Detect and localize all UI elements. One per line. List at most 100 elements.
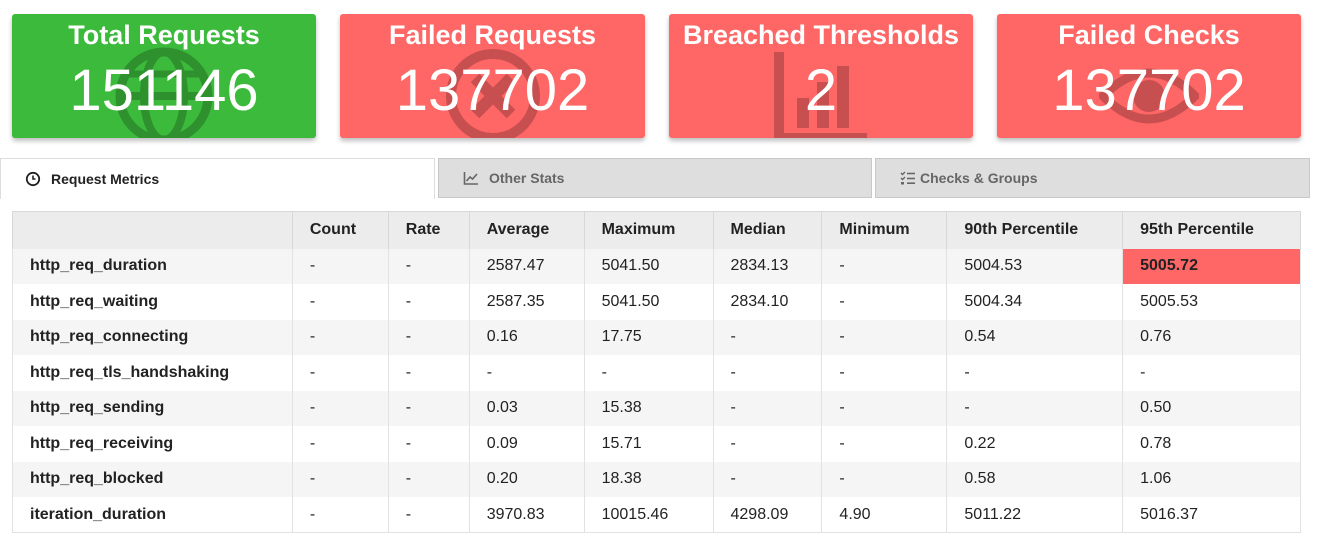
metric-name-cell: http_req_receiving xyxy=(12,426,293,462)
breached-threshold-cell: 5005.72 xyxy=(1122,248,1301,284)
metric-name-cell: http_req_duration xyxy=(12,248,293,284)
table-cell: - xyxy=(713,390,823,426)
table-cell: - xyxy=(388,355,470,391)
tab-request-metrics[interactable]: Request Metrics xyxy=(0,158,435,199)
column-header[interactable]: Count xyxy=(292,211,389,249)
table-row: http_req_receiving - -0.09 15.71- -0.22 0.78 xyxy=(12,426,1301,462)
table-cell: 2587.47 xyxy=(469,248,585,284)
table-cell: 0.16 xyxy=(469,319,585,355)
table-cell: - xyxy=(821,248,948,284)
column-header[interactable]: Minimum xyxy=(821,211,948,249)
table-cell: 0.76 xyxy=(1122,319,1301,355)
column-header[interactable]: 90th Percentile xyxy=(946,211,1124,249)
table-cell: - xyxy=(292,426,389,462)
table-row: http_req_sending - -0.03 15.38- - -0.50 xyxy=(12,390,1301,426)
tab-label: Other Stats xyxy=(489,170,565,186)
card-title: Failed Requests xyxy=(388,20,597,50)
table-row: http_req_duration - -2587.47 5041.50 2834.13… xyxy=(12,248,1301,284)
table-cell: 0.22 xyxy=(946,426,1124,462)
tab-label: Checks & Groups xyxy=(920,170,1038,186)
table-cell: 4298.09 xyxy=(713,497,823,533)
table-cell: 0.09 xyxy=(469,426,585,462)
table-cell: 2587.35 xyxy=(469,284,585,320)
chart-line-icon xyxy=(463,172,478,185)
table-cell: - xyxy=(388,497,470,533)
metric-name-cell: iteration_duration xyxy=(12,497,293,533)
tab-other-stats[interactable]: Other Stats xyxy=(438,158,872,198)
card-value: 137702 xyxy=(1052,58,1246,123)
column-header[interactable] xyxy=(12,211,293,249)
table-cell: - xyxy=(292,248,389,284)
metric-name-cell: http_req_waiting xyxy=(12,284,293,320)
column-header[interactable]: Median xyxy=(713,211,823,249)
table-cell: - xyxy=(821,461,948,497)
table-cell: 2834.13 xyxy=(713,248,823,284)
column-header[interactable]: 95th Percentile xyxy=(1122,211,1301,249)
card-value: 151146 xyxy=(69,58,259,123)
table-cell: - xyxy=(388,319,470,355)
table-cell: - xyxy=(713,319,823,355)
table-cell: 18.38 xyxy=(584,461,714,497)
table-cell: - xyxy=(292,390,389,426)
table-cell: 2834.10 xyxy=(713,284,823,320)
failed-checks-card: Failed Checks 137702 xyxy=(997,14,1301,138)
metric-name-cell: http_req_connecting xyxy=(12,319,293,355)
table-cell: - xyxy=(713,426,823,462)
table-body: http_req_duration - -2587.47 5041.50 2834.13… xyxy=(12,248,1301,533)
table-cell: - xyxy=(292,355,389,391)
tasks-icon xyxy=(900,171,915,185)
table-cell: - xyxy=(388,284,470,320)
table-cell: - xyxy=(292,284,389,320)
request-metrics-table: Count Rate Average Maximum Median Minimum 90th… xyxy=(12,211,1301,533)
metric-name-cell: http_req_sending xyxy=(12,390,293,426)
table-cell: 5016.37 xyxy=(1122,497,1301,533)
table-cell: 5011.22 xyxy=(946,497,1124,533)
table-cell: 15.38 xyxy=(584,390,714,426)
column-header[interactable]: Maximum xyxy=(584,211,714,249)
table-cell: - xyxy=(821,284,948,320)
breached-thresholds-card: Breached Thresholds 2 xyxy=(669,14,973,138)
table-cell: 3970.83 xyxy=(469,497,585,533)
table-cell: - xyxy=(388,426,470,462)
table-cell: - xyxy=(292,497,389,533)
column-header[interactable]: Rate xyxy=(388,211,470,249)
table-cell: 10015.46 xyxy=(584,497,714,533)
table-cell: 5041.50 xyxy=(584,284,714,320)
table-cell: 5004.53 xyxy=(946,248,1124,284)
table-cell: - xyxy=(469,355,585,391)
table-row: http_req_tls_handshaking - - - - - - - - xyxy=(12,355,1301,391)
card-title: Failed Checks xyxy=(1058,20,1240,50)
table-header-row: Count Rate Average Maximum Median Minimum 90th… xyxy=(12,211,1301,249)
table-cell: 5005.53 xyxy=(1122,284,1301,320)
table-cell: 0.78 xyxy=(1122,426,1301,462)
table-cell: 0.20 xyxy=(469,461,585,497)
table-cell: - xyxy=(584,355,714,391)
table-cell: - xyxy=(292,319,389,355)
table-cell: - xyxy=(388,248,470,284)
table-cell: - xyxy=(821,390,948,426)
table-cell: - xyxy=(821,355,948,391)
metric-name-cell: http_req_tls_handshaking xyxy=(12,355,293,391)
table-cell: 0.03 xyxy=(469,390,585,426)
table-cell: 0.54 xyxy=(946,319,1124,355)
table-cell: - xyxy=(946,390,1124,426)
table-cell: - xyxy=(1122,355,1301,391)
table-cell: - xyxy=(821,426,948,462)
total-requests-card: Total Requests 151146 xyxy=(12,14,316,138)
table-cell: - xyxy=(713,461,823,497)
failed-requests-card: Failed Requests 137702 xyxy=(340,14,645,138)
table-row: http_req_blocked - -0.20 18.38- -0.58 1.06 xyxy=(12,461,1301,497)
card-title: Total Requests xyxy=(68,20,260,50)
table-cell: 4.90 xyxy=(821,497,948,533)
tab-checks-groups[interactable]: Checks & Groups xyxy=(875,158,1310,198)
table-cell: 1.06 xyxy=(1122,461,1301,497)
column-header[interactable]: Average xyxy=(469,211,585,249)
table-cell: 15.71 xyxy=(584,426,714,462)
table-cell: - xyxy=(388,390,470,426)
table-cell: - xyxy=(388,461,470,497)
table-cell: 5041.50 xyxy=(584,248,714,284)
table-cell: 0.58 xyxy=(946,461,1124,497)
table-cell: - xyxy=(821,319,948,355)
card-value: 137702 xyxy=(395,58,590,123)
card-value: 2 xyxy=(804,58,838,123)
